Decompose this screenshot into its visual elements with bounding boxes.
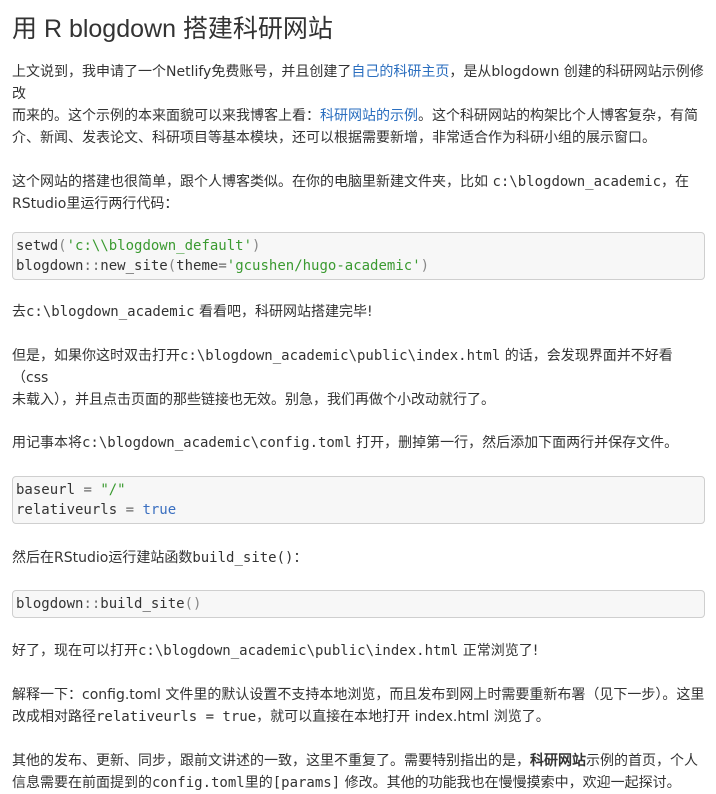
code-block-build-site[interactable]: blogdown::build_site(): [12, 590, 705, 618]
code-fn: new_site: [100, 258, 168, 274]
code-op: =: [75, 482, 101, 498]
inline-code: build_site(): [192, 550, 294, 566]
code-paren: ): [252, 238, 261, 254]
code-paren: (: [167, 258, 177, 274]
text: ，在: [661, 174, 690, 190]
code-key: relativeurls: [16, 502, 118, 518]
inline-code: config.toml: [152, 775, 245, 791]
paragraph-setup: 这个网站的搭建也很简单，跟个人博客类似。在你的电脑里新建文件夹，比如 c:\bl…: [12, 171, 705, 215]
text: 里的: [244, 775, 273, 791]
text: 这个网站的搭建也很简单，跟个人博客类似。在你的电脑里新建文件夹，比如: [12, 174, 493, 190]
text: 其他的发布、更新、同步，跟前文讲述的一致，这里不重复了。需要特别指出的是，: [12, 753, 530, 769]
code-string: 'c:\\blogdown_default': [66, 238, 253, 254]
code-fn: setwd: [16, 238, 59, 254]
text: 介、新闻、发表论文、科研项目等基本模块，还可以根据需要新增，非常适合作为科研小组…: [12, 130, 656, 146]
text: 改成相对路径: [12, 709, 96, 725]
article: 用 R blogdown 搭建科研网站 上文说到，我申请了一个Netlify免费…: [0, 12, 716, 794]
text: 示例的首页，个人: [586, 753, 698, 769]
text: 信息需要在前面提到的: [12, 775, 152, 791]
inline-code: c:\blogdown_academic: [26, 304, 195, 320]
code-keyword: true: [142, 502, 177, 518]
text: 。这个科研网站的构架比个人博客复杂，有简: [418, 108, 698, 124]
inline-code: c:\blogdown_academic\public\index.html: [138, 643, 459, 659]
code-block-new-site[interactable]: setwd('c:\\blogdown_default') blogdown::…: [12, 232, 705, 280]
inline-code: c:\blogdown_academic\public\index.html: [180, 348, 501, 364]
paragraph-intro: 上文说到，我申请了一个Netlify免费账号，并且创建了自己的科研主页，是从bl…: [12, 61, 705, 149]
text: 上文说到，我申请了一个Netlify免费账号，并且创建了: [12, 64, 352, 80]
code-paren: (): [184, 596, 202, 612]
code-fn: build_site: [100, 596, 185, 612]
code-arg: theme: [176, 258, 219, 274]
paragraph-done: 好了，现在可以打开c:\blogdown_academic\public\ind…: [12, 640, 705, 662]
code-string: 'gcushen/hugo-academic': [226, 258, 421, 274]
code-op: ::: [83, 258, 101, 274]
code-string: "/": [100, 482, 126, 498]
text: 修改。其他的功能我也在慢慢摸索中，欢迎一起探讨。: [340, 775, 681, 791]
paragraph-other: 其他的发布、更新、同步，跟前文讲述的一致，这里不重复了。需要特别指出的是，科研网…: [12, 750, 705, 794]
inline-code: c:\blogdown_academic: [492, 174, 662, 190]
inline-code: c:\blogdown_academic\config.toml: [82, 435, 352, 451]
paragraph-check: 去c:\blogdown_academic 看看吧，科研网站搭建完毕!: [12, 301, 705, 323]
paragraph-problem: 但是，如果你这时双击打开c:\blogdown_academic\public\…: [12, 345, 705, 411]
code-paren: ): [420, 258, 430, 274]
text: RStudio里运行两行代码：: [12, 196, 179, 212]
text: 解释一下：config.toml 文件里的默认设置不支持本地浏览，而且发布到网上…: [12, 687, 705, 703]
text: 未载入），并且点击页面的那些链接也无效。别急，我们再做个小改动就行了。: [12, 392, 495, 408]
text: ，就可以直接在本地打开 index.html 浏览了。: [256, 709, 550, 725]
code-op: =: [218, 258, 227, 274]
paragraph-config: 用记事本将c:\blogdown_academic\config.toml 打开…: [12, 432, 705, 454]
code-key: baseurl: [16, 482, 76, 498]
text: 打开，删掉第一行，然后添加下面两行并保存文件。: [351, 435, 679, 451]
code-op: ::: [83, 596, 101, 612]
paragraph-explain: 解释一下：config.toml 文件里的默认设置不支持本地浏览，而且发布到网上…: [12, 684, 705, 728]
inline-code: [params]: [272, 775, 341, 791]
code-op: =: [117, 502, 143, 518]
text: 用记事本将: [12, 435, 82, 451]
text: 好了，现在可以打开: [12, 643, 138, 659]
link-academic-example[interactable]: 科研网站的示例: [320, 108, 418, 124]
code-pkg: blogdown: [16, 596, 84, 612]
paragraph-build: 然后在RStudio运行建站函数build_site()：: [12, 547, 705, 569]
code-block-config[interactable]: baseurl = "/" relativeurls = true: [12, 476, 705, 524]
code-paren: (: [58, 238, 67, 254]
text: 而来的。这个示例的本来面貌可以来我博客上看：: [12, 108, 320, 124]
page-title: 用 R blogdown 搭建科研网站: [12, 15, 333, 43]
text: 然后在RStudio运行建站函数: [12, 550, 193, 566]
link-academic-homepage[interactable]: 自己的科研主页: [351, 64, 449, 80]
inline-code: relativeurls = true: [96, 709, 257, 725]
code-pkg: blogdown: [16, 258, 84, 274]
text: ：: [293, 550, 308, 566]
text: 正常浏览了!: [458, 643, 539, 659]
text: 去: [12, 304, 26, 320]
text: 看看吧，科研网站搭建完毕!: [194, 304, 373, 320]
bold-text: 科研网站: [530, 753, 586, 769]
text: 但是，如果你这时双击打开: [12, 348, 180, 364]
